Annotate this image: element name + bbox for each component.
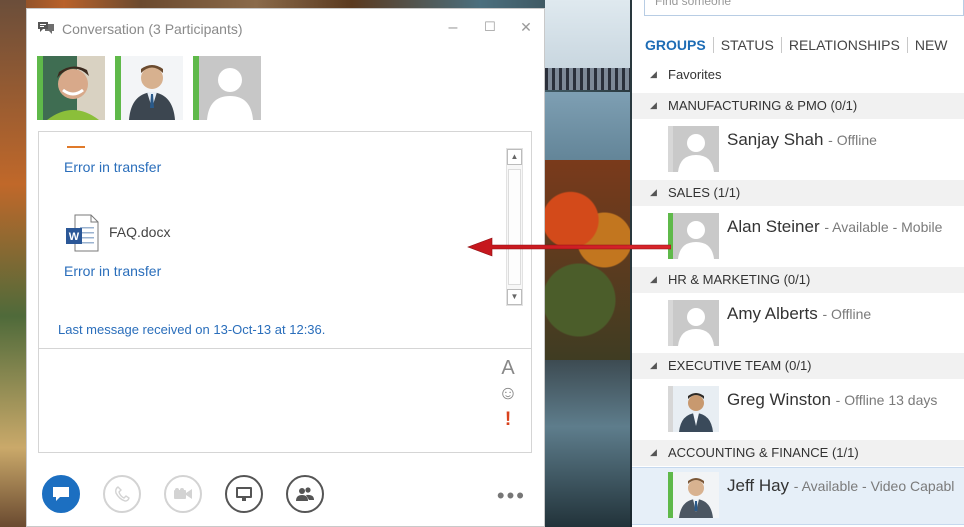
avatar	[673, 386, 719, 432]
view-tabs: GROUPS STATUS RELATIONSHIPS NEW	[645, 37, 955, 53]
conversation-toolbar: •••	[27, 469, 544, 519]
group-name: MANUFACTURING & PMO (0/1)	[668, 98, 858, 113]
last-message-timestamp: Last message received on 13-Oct-13 at 12…	[58, 322, 326, 337]
avatar	[199, 56, 261, 120]
tab-status[interactable]: STATUS	[714, 37, 782, 53]
group-name: Favorites	[668, 67, 722, 82]
participant-tile[interactable]	[193, 56, 261, 120]
participant-tile[interactable]	[115, 56, 183, 120]
conversation-window: Conversation (3 Participants) – ☐ ✕ Erro…	[26, 8, 545, 527]
transfer-progress-line	[67, 146, 85, 148]
group-header-hr-marketing[interactable]: ◢ HR & MARKETING (0/1)	[632, 267, 964, 293]
video-button[interactable]	[164, 475, 202, 513]
collapse-triangle-icon: ◢	[650, 274, 657, 284]
avatar	[43, 56, 105, 120]
contact-status: - Offline 13 days	[835, 392, 938, 408]
participants-icon	[296, 487, 314, 501]
word-document-icon[interactable]: W	[65, 214, 99, 252]
group-name: SALES (1/1)	[668, 185, 741, 200]
font-button[interactable]: A	[497, 357, 519, 380]
video-icon	[174, 488, 192, 499]
message-input[interactable]: A ☺ !	[38, 349, 532, 453]
group-header-favorites[interactable]: ◢ Favorites	[632, 62, 964, 88]
group-name: EXECUTIVE TEAM (0/1)	[668, 358, 812, 373]
im-button[interactable]	[42, 475, 80, 513]
scroll-down-button[interactable]: ▼	[507, 289, 522, 305]
present-button[interactable]	[225, 475, 263, 513]
message-history: Error in transfer W FAQ.docx Error in tr…	[38, 131, 532, 349]
contacts-pane: Find someone GROUPS STATUS RELATIONSHIPS NE…	[632, 0, 964, 527]
importance-icon[interactable]: !	[497, 409, 519, 431]
contact-name: Alan Steiner - Available - Mobile	[727, 217, 943, 236]
collapse-triangle-icon: ◢	[650, 360, 657, 370]
group-header-accounting-finance[interactable]: ◢ ACCOUNTING & FINANCE (1/1)	[632, 440, 964, 466]
window-title: Conversation (3 Participants)	[62, 21, 243, 37]
tab-groups[interactable]: GROUPS	[645, 37, 714, 53]
contact-status: - Available - Mobile	[824, 219, 943, 235]
collapse-triangle-icon: ◢	[650, 187, 657, 197]
wallpaper-left-strip	[0, 0, 26, 527]
transfer-error-link[interactable]: Error in transfer	[64, 263, 161, 279]
group-name: ACCOUNTING & FINANCE (1/1)	[668, 445, 859, 460]
avatar	[673, 126, 719, 172]
contact-jeff-hay[interactable]: Jeff Hay - Available - Video Capabl	[632, 467, 964, 525]
avatar	[673, 300, 719, 346]
group-header-manufacturing[interactable]: ◢ MANUFACTURING & PMO (0/1)	[632, 93, 964, 119]
file-name[interactable]: FAQ.docx	[109, 224, 170, 240]
search-placeholder: Find someone	[655, 0, 732, 8]
participants-button[interactable]	[286, 475, 324, 513]
avatar	[673, 472, 719, 518]
contact-amy-alberts[interactable]: Amy Alberts - Offline	[632, 296, 964, 354]
contact-status: - Offline	[822, 306, 872, 322]
avatar	[673, 213, 719, 259]
collapse-triangle-icon: ◢	[650, 100, 657, 110]
group-name: HR & MARKETING (0/1)	[668, 272, 811, 287]
phone-icon	[115, 486, 130, 502]
collapse-triangle-icon: ◢	[650, 69, 657, 79]
more-options-button[interactable]: •••	[497, 483, 526, 509]
im-icon	[53, 487, 69, 501]
minimize-button[interactable]: –	[443, 19, 463, 37]
contact-name: Sanjay Shah - Offline	[727, 130, 877, 149]
svg-text:W: W	[69, 231, 80, 243]
scroll-thumb[interactable]	[508, 169, 521, 285]
group-header-sales[interactable]: ◢ SALES (1/1)	[632, 180, 964, 206]
contact-status: - Offline	[828, 132, 877, 148]
contact-name: Jeff Hay - Available - Video Capabl	[727, 476, 955, 495]
contact-greg-winston[interactable]: Greg Winston - Offline 13 days	[632, 382, 964, 440]
participant-tile[interactable]	[37, 56, 105, 120]
wallpaper-river	[545, 360, 630, 527]
contact-name: Amy Alberts - Offline	[727, 304, 872, 323]
tab-new[interactable]: NEW	[908, 37, 955, 53]
maximize-button[interactable]: ☐	[480, 19, 500, 35]
contact-sanjay-shah[interactable]: Sanjay Shah - Offline	[632, 122, 964, 180]
search-input[interactable]: Find someone	[644, 0, 964, 16]
emoticon-icon[interactable]: ☺	[497, 383, 519, 405]
call-button[interactable]	[103, 475, 141, 513]
annotation-arrow	[467, 237, 671, 257]
scroll-up-button[interactable]: ▲	[507, 149, 522, 165]
title-bar[interactable]: Conversation (3 Participants) – ☐ ✕	[27, 9, 544, 49]
scrollbar[interactable]: ▲ ▼	[506, 148, 523, 306]
close-button[interactable]: ✕	[516, 19, 536, 36]
tab-relationships[interactable]: RELATIONSHIPS	[782, 37, 908, 53]
group-header-executive-team[interactable]: ◢ EXECUTIVE TEAM (0/1)	[632, 353, 964, 379]
wallpaper-sky	[545, 0, 630, 70]
avatar	[121, 56, 183, 120]
present-icon	[236, 487, 252, 501]
contact-alan-steiner[interactable]: Alan Steiner - Available - Mobile	[632, 209, 964, 267]
wallpaper-autumn-trees	[545, 160, 630, 360]
wallpaper-bridge	[545, 68, 630, 90]
collapse-triangle-icon: ◢	[650, 447, 657, 457]
transfer-error-link[interactable]: Error in transfer	[64, 159, 161, 175]
contact-status: - Available - Video Capabl	[793, 478, 955, 494]
contact-name: Greg Winston - Offline 13 days	[727, 390, 938, 409]
conversation-icon	[38, 22, 54, 34]
